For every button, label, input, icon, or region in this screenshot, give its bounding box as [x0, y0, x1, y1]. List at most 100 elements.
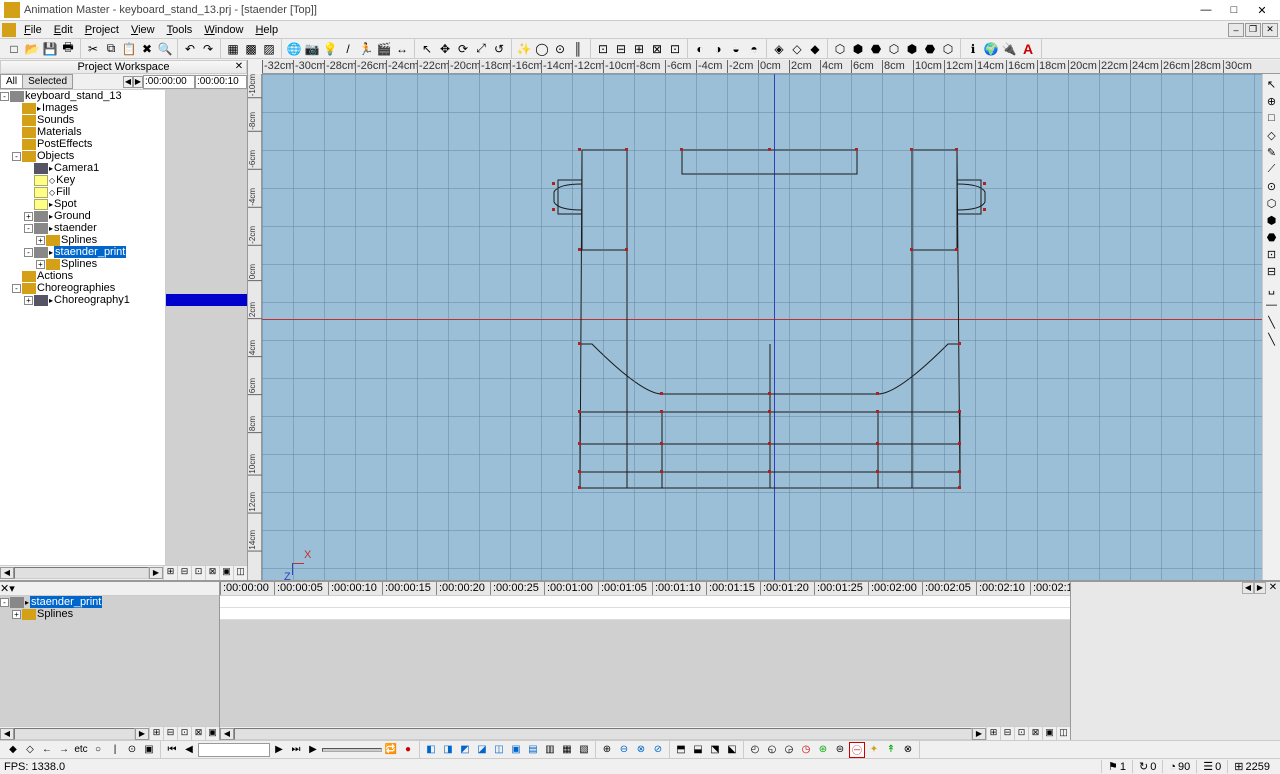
right-tool-15[interactable]: ╲: [1264, 331, 1280, 347]
document-icon[interactable]: [2, 23, 16, 37]
inspector-close-icon[interactable]: ✕: [1266, 582, 1280, 594]
m8-icon[interactable]: ✦: [866, 742, 882, 758]
view-btn-3[interactable]: ⊡: [191, 566, 205, 580]
undo-icon[interactable]: ↶: [182, 41, 198, 57]
view-btn-2[interactable]: ⊟: [177, 566, 191, 580]
g2-icon[interactable]: ◑: [710, 41, 726, 57]
sym-icon[interactable]: ║: [570, 41, 586, 57]
cut-icon[interactable]: ✂: [85, 41, 101, 57]
h5-icon[interactable]: ⬢: [904, 41, 920, 57]
tree-label[interactable]: Sounds: [37, 114, 74, 126]
b7-icon[interactable]: ▤: [525, 742, 541, 758]
delete-icon[interactable]: ✖: [139, 41, 155, 57]
tree-item[interactable]: Materials: [0, 126, 165, 138]
wizard-icon[interactable]: ✨: [516, 41, 532, 57]
h7-icon[interactable]: ⬡: [940, 41, 956, 57]
tree-label[interactable]: Materials: [37, 126, 82, 138]
tab-selected[interactable]: Selected: [22, 74, 73, 89]
g1-icon[interactable]: ◐: [692, 41, 708, 57]
tree-expander-icon[interactable]: +: [12, 610, 21, 619]
tree-label[interactable]: staender: [54, 222, 97, 234]
m5-icon[interactable]: ⊛: [815, 742, 831, 758]
mod5-icon[interactable]: ⊡: [667, 41, 683, 57]
bone-icon[interactable]: /: [340, 41, 356, 57]
b2-icon[interactable]: ◨: [440, 742, 456, 758]
tree-item[interactable]: +Splines: [0, 234, 165, 246]
tree-expander-icon[interactable]: -: [0, 598, 9, 607]
right-tool-10[interactable]: ⊡: [1264, 246, 1280, 262]
window-minimize-button[interactable]: —: [1192, 1, 1220, 20]
insp-left-icon[interactable]: ◀: [1242, 582, 1254, 594]
b5-icon[interactable]: ◫: [491, 742, 507, 758]
tl-view-1[interactable]: ⊞: [986, 727, 1000, 741]
tree-label[interactable]: Spot: [54, 198, 77, 210]
tree-label[interactable]: Images: [42, 102, 78, 114]
tl-view-4[interactable]: ⊠: [1028, 727, 1042, 741]
tree-item[interactable]: ▸Camera1: [0, 162, 165, 174]
first-frame-icon[interactable]: ⏮: [164, 742, 180, 758]
mod1-icon[interactable]: ⊡: [595, 41, 611, 57]
d4-icon[interactable]: ⬕: [724, 742, 740, 758]
right-tool-1[interactable]: ⊕: [1264, 93, 1280, 109]
right-tool-8[interactable]: ⬢: [1264, 212, 1280, 228]
timeline-tracks[interactable]: :00:00:00:00:00:05:00:00:10:00:00:15:00:…: [220, 582, 1070, 740]
b1-icon[interactable]: ◧: [423, 742, 439, 758]
save-icon[interactable]: 💾: [42, 41, 58, 57]
info-icon[interactable]: ℹ: [965, 41, 981, 57]
view-btn-6[interactable]: ◫: [233, 566, 247, 580]
render-mode-1-icon[interactable]: ▦: [225, 41, 241, 57]
right-tool-11[interactable]: ⊟: [1264, 263, 1280, 279]
right-tool-13[interactable]: —: [1264, 297, 1280, 313]
bt-view-2[interactable]: ⊟: [163, 727, 177, 741]
right-tool-12[interactable]: ␣: [1264, 280, 1280, 296]
view-btn-4[interactable]: ⊠: [205, 566, 219, 580]
tree-item[interactable]: ◇Key: [0, 174, 165, 186]
right-tool-6[interactable]: ⊙: [1264, 178, 1280, 194]
render-mode-2-icon[interactable]: ▩: [243, 41, 259, 57]
d1-icon[interactable]: ⬒: [673, 742, 689, 758]
bt-view-1[interactable]: ⊞: [149, 727, 163, 741]
new-icon[interactable]: □: [6, 41, 22, 57]
view-btn-1[interactable]: ⊞: [163, 566, 177, 580]
bt-scroll-left-icon[interactable]: ◀: [0, 728, 14, 740]
tree-item[interactable]: +Splines: [0, 608, 219, 620]
project-tree[interactable]: -keyboard_stand_13▸ImagesSoundsMaterials…: [0, 90, 166, 565]
tl-scroll-left-icon[interactable]: ◀: [220, 728, 234, 740]
tree-item[interactable]: -keyboard_stand_13: [0, 90, 165, 102]
animation-master-logo-icon[interactable]: A: [1019, 41, 1037, 57]
action-icon[interactable]: 🏃: [358, 41, 374, 57]
tree-item[interactable]: -Objects: [0, 150, 165, 162]
mdi-close-button[interactable]: ✕: [1262, 23, 1278, 37]
tree-item[interactable]: -▸staender_print: [0, 246, 165, 258]
tree-expander-icon[interactable]: -: [0, 92, 9, 101]
right-tool-5[interactable]: ⟋: [1264, 161, 1280, 177]
timeline-tree[interactable]: ✕ ▾ -▸staender_print+Splines ◀▶ ⊞ ⊟ ⊡ ⊠ …: [0, 582, 220, 740]
key-etc-icon[interactable]: etc: [73, 742, 89, 758]
print-icon[interactable]: 🖶: [60, 41, 76, 57]
tree-item[interactable]: Sounds: [0, 114, 165, 126]
lasso-icon[interactable]: ◯: [534, 41, 550, 57]
menu-file[interactable]: File: [18, 22, 48, 38]
m2-icon[interactable]: ◵: [764, 742, 780, 758]
tree-label[interactable]: Actions: [37, 270, 73, 282]
t1-icon[interactable]: ◈: [771, 41, 787, 57]
last-frame-icon[interactable]: ⏭: [288, 742, 304, 758]
time-prev-icon[interactable]: ◀: [123, 76, 133, 88]
tl-scrollbar[interactable]: [234, 728, 972, 740]
tree-item[interactable]: PostEffects: [0, 138, 165, 150]
menu-view[interactable]: View: [125, 22, 161, 38]
tree-item[interactable]: ▸Spot: [0, 198, 165, 210]
c3-icon[interactable]: ⊗: [633, 742, 649, 758]
key-prev-icon[interactable]: ←: [39, 742, 55, 758]
right-tool-0[interactable]: ↖: [1264, 76, 1280, 92]
menu-help[interactable]: Help: [249, 22, 284, 38]
tree-label[interactable]: Ground: [54, 210, 91, 222]
key-box-icon[interactable]: ▣: [141, 742, 157, 758]
tree-expander-icon[interactable]: -: [24, 224, 33, 233]
m9-icon[interactable]: ↟: [883, 742, 899, 758]
open-icon[interactable]: 📂: [24, 41, 40, 57]
prev-frame-icon[interactable]: ◀: [181, 742, 197, 758]
tree-label[interactable]: Camera1: [54, 162, 99, 174]
tree-item[interactable]: +Splines: [0, 258, 165, 270]
tree-label[interactable]: Fill: [56, 186, 70, 198]
